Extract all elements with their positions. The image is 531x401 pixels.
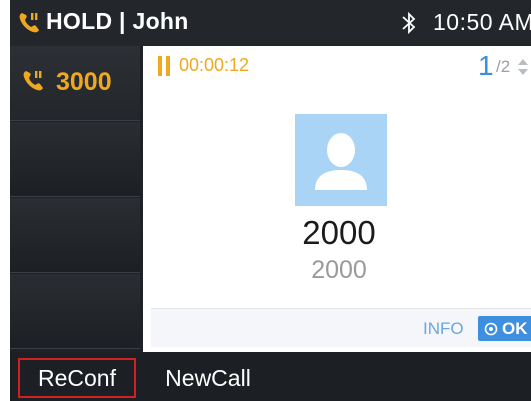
line-key-empty[interactable] bbox=[10, 122, 140, 197]
line-panel: 3000 bbox=[10, 46, 143, 352]
pause-icon bbox=[158, 56, 170, 76]
reconf-softkey[interactable]: ReConf bbox=[18, 358, 136, 398]
softkey-bar: ReConf NewCall bbox=[10, 352, 531, 401]
phone-screen: HOLD | John 10:50 AM 3000 00:00:12 1 /2 … bbox=[10, 0, 531, 401]
line-label: 3000 bbox=[56, 68, 112, 96]
contact-number: 2000 bbox=[311, 256, 367, 284]
call-card: 00:00:12 1 /2 2000 2000 INFO OK bbox=[143, 46, 531, 352]
line-key-empty[interactable] bbox=[10, 198, 140, 273]
contact-avatar bbox=[295, 114, 387, 206]
status-bar: HOLD | John 10:50 AM bbox=[10, 0, 531, 46]
phone-hold-icon bbox=[19, 13, 39, 33]
phone-hold-icon bbox=[23, 71, 43, 91]
ok-circle-icon bbox=[484, 322, 498, 335]
page-total: /2 bbox=[496, 57, 511, 76]
ok-button[interactable]: OK bbox=[478, 316, 531, 341]
call-card-header: 00:00:12 1 /2 bbox=[143, 46, 531, 86]
call-state-title: HOLD | John bbox=[46, 8, 189, 34]
line-key-empty[interactable] bbox=[10, 274, 140, 349]
call-card-footer: INFO OK bbox=[151, 308, 531, 347]
page-current: 1 bbox=[478, 50, 494, 81]
clock: 10:50 AM bbox=[433, 9, 531, 35]
call-timer: 00:00:12 bbox=[179, 55, 250, 75]
ok-label: OK bbox=[502, 318, 528, 338]
newcall-softkey[interactable]: NewCall bbox=[154, 358, 262, 398]
contact-name: 2000 bbox=[302, 214, 376, 251]
info-label[interactable]: INFO bbox=[423, 319, 464, 339]
person-icon bbox=[315, 133, 367, 190]
line-key-3000[interactable]: 3000 bbox=[10, 46, 140, 121]
page-up-down-icon[interactable] bbox=[517, 56, 529, 78]
bluetooth-icon bbox=[402, 11, 416, 35]
